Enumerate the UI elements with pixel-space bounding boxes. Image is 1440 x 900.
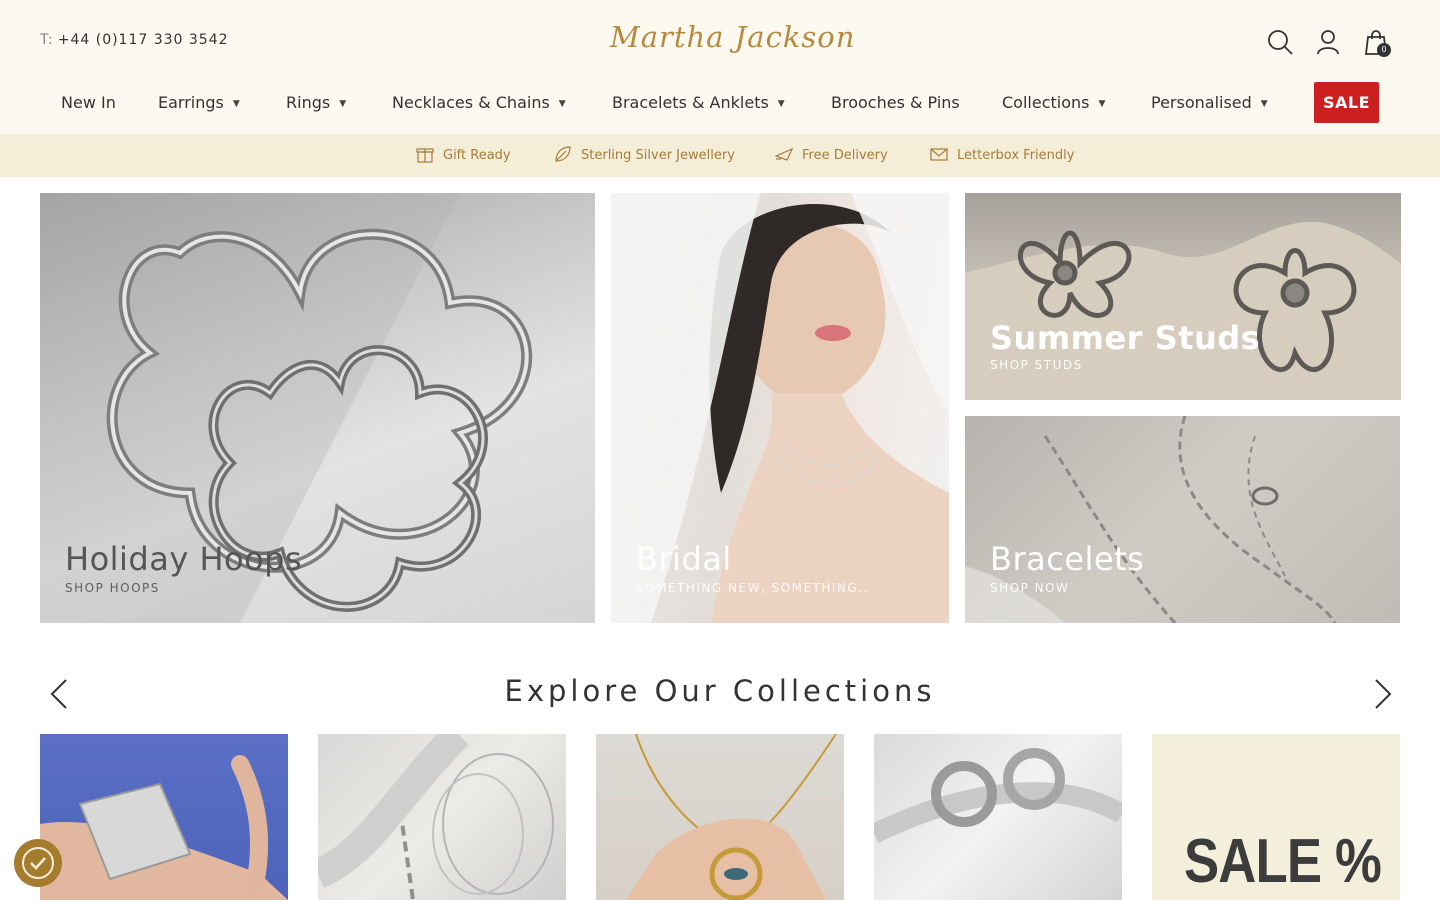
hoops-chains-image — [318, 734, 554, 900]
gift-icon — [416, 148, 434, 163]
hero-title: Bridal — [636, 540, 732, 578]
hero-tile-holiday-hoops[interactable]: Holiday Hoops SHOP HOOPS — [40, 193, 595, 623]
hero-tile-summer-studs[interactable]: Summer Studs SHOP STUDS — [965, 193, 1401, 400]
collection-tile-cuff[interactable] — [40, 734, 288, 900]
collection-tile-huggies[interactable] — [874, 734, 1122, 900]
phone-value: +44 (0)117 330 3542 — [57, 32, 229, 48]
hero-subtitle: SHOP HOOPS — [65, 581, 160, 595]
usp-letterbox-friendly: Letterbox Friendly — [930, 134, 1074, 177]
hero-title: Bracelets — [990, 540, 1145, 578]
cart-count-badge: 0 — [1377, 43, 1391, 57]
caret-down-icon: ▼ — [232, 99, 240, 109]
cart-icon[interactable]: 0 — [1362, 28, 1391, 57]
search-icon[interactable] — [1266, 28, 1294, 56]
hero-title: Holiday Hoops — [65, 540, 303, 578]
collections-heading: Explore Our Collections — [504, 674, 936, 708]
sale-tile-text: SALE % — [1184, 827, 1382, 896]
delivery-icon — [774, 147, 794, 161]
collection-tile-sale[interactable]: SALE % — [1152, 734, 1400, 900]
hero-tile-bracelets[interactable]: Bracelets SHOP NOW — [965, 416, 1400, 623]
usp-sterling-silver: Sterling Silver Jewellery — [554, 134, 735, 177]
hero-subtitle: SOMETHING NEW, SOMETHING.. — [636, 581, 869, 595]
cuff-image — [40, 755, 288, 900]
usp-free-delivery: Free Delivery — [774, 134, 888, 177]
nav-item-rings[interactable]: Rings ▼ — [286, 82, 346, 124]
hero-title: Summer Studs — [990, 319, 1261, 357]
caret-down-icon: ▼ — [1098, 99, 1106, 109]
collection-tile-evil-eye[interactable] — [596, 734, 844, 900]
caret-down-icon: ▼ — [339, 99, 347, 109]
evil-eye-pendant-image — [626, 734, 837, 900]
nav-item-necklaces-chains[interactable]: Necklaces & Chains ▼ — [392, 82, 566, 124]
site-header: T: +44 (0)117 330 3542 Martha Jackson 0 N… — [0, 0, 1440, 134]
envelope-icon — [930, 148, 948, 161]
nav-item-brooches-pins[interactable]: Brooches & Pins — [831, 82, 960, 124]
sale-button[interactable]: SALE — [1314, 82, 1379, 123]
phone-number[interactable]: T: +44 (0)117 330 3542 — [40, 32, 229, 48]
caret-down-icon: ▼ — [558, 99, 566, 109]
leaf-icon — [555, 146, 571, 162]
nav-item-new-in[interactable]: New In — [61, 82, 116, 124]
collection-tile-hoops-chains[interactable] — [318, 734, 566, 900]
nav-item-collections[interactable]: Collections ▼ — [1002, 82, 1105, 124]
carousel-next-button[interactable] — [1364, 676, 1400, 712]
account-icon[interactable] — [1314, 28, 1342, 56]
huggie-earrings-image — [874, 748, 1122, 843]
usp-gift-ready: Gift Ready — [416, 134, 511, 177]
nav-item-bracelets-anklets[interactable]: Bracelets & Anklets ▼ — [612, 82, 785, 124]
hero-tile-bridal[interactable]: Bridal SOMETHING NEW, SOMETHING.. — [611, 193, 949, 623]
accessibility-icon — [22, 847, 54, 879]
main-navigation: New In Earrings ▼ Rings ▼ Necklaces & Chai… — [40, 82, 1400, 124]
caret-down-icon: ▼ — [777, 99, 785, 109]
nav-item-earrings[interactable]: Earrings ▼ — [158, 82, 240, 124]
hero-subtitle: SHOP STUDS — [990, 358, 1083, 372]
hero-subtitle: SHOP NOW — [990, 581, 1070, 595]
nav-item-personalised[interactable]: Personalised ▼ — [1151, 82, 1268, 124]
chevron-right-icon — [1375, 679, 1392, 709]
site-logo[interactable]: Martha Jackson — [610, 20, 854, 64]
usp-bar: Gift Ready Sterling Silver Jewellery Fre… — [0, 134, 1440, 177]
accessibility-button[interactable] — [14, 839, 62, 887]
caret-down-icon: ▼ — [1260, 99, 1268, 109]
